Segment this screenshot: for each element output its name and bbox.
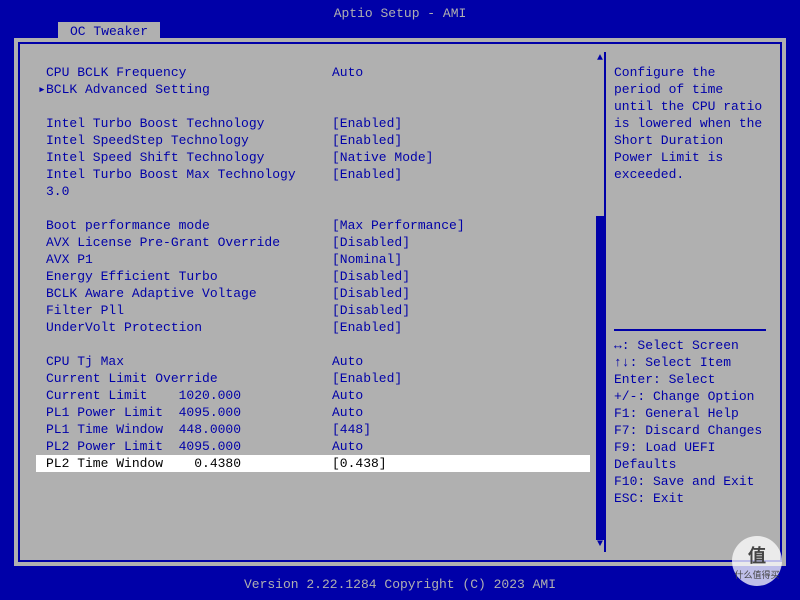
setting-label: PL2 Power Limit 4095.000 [36,438,332,455]
setting-row[interactable]: Boot performance mode[Max Performance] [36,217,590,234]
setting-label: CPU BCLK Frequency [36,64,332,81]
help-panel: Configure the period of time until the C… [610,54,770,550]
setting-value: [Enabled] [332,115,590,132]
bios-title: Aptio Setup - AMI [0,0,800,23]
setting-row[interactable]: UnderVolt Protection[Enabled] [36,319,590,336]
setting-row[interactable]: CPU Tj MaxAuto [36,353,590,370]
setting-value: [Enabled] [332,132,590,149]
setting-label: PL1 Time Window 448.0000 [36,421,332,438]
setting-row[interactable]: Current Limit 1020.000Auto [36,387,590,404]
scroll-up-icon[interactable]: ▲ [596,54,604,64]
setting-value: Auto [332,438,590,455]
setting-value: [0.438] [332,455,590,472]
setting-row-continuation: 3.0 [36,183,590,200]
setting-value [332,81,590,98]
setting-row[interactable]: Intel Turbo Boost Technology[Enabled] [36,115,590,132]
blank-row [36,98,590,115]
setting-value: [Nominal] [332,251,590,268]
setting-row[interactable]: Intel SpeedStep Technology[Enabled] [36,132,590,149]
setting-value: Auto [332,353,590,370]
settings-list: CPU BCLK FrequencyAutoBCLK Advanced Sett… [30,54,596,550]
setting-value: [Enabled] [332,319,590,336]
setting-row[interactable]: AVX P1[Nominal] [36,251,590,268]
setting-label: AVX License Pre-Grant Override [36,234,332,251]
setting-value: [Max Performance] [332,217,590,234]
setting-value: [Enabled] [332,166,590,183]
watermark-big: 值 [748,542,766,568]
help-key-hint: ↔: Select Screen [614,337,766,354]
setting-label: CPU Tj Max [36,353,332,370]
setting-label: PL2 Time Window 0.4380 [36,455,332,472]
help-key-hint: F7: Discard Changes [614,422,766,439]
help-key-hint: F1: General Help [614,405,766,422]
setting-label: Intel Turbo Boost Max Technology [36,166,332,183]
setting-row[interactable]: AVX License Pre-Grant Override[Disabled] [36,234,590,251]
setting-row[interactable]: PL2 Power Limit 4095.000Auto [36,438,590,455]
setting-row[interactable]: BCLK Advanced Setting [36,81,590,98]
main-frame: CPU BCLK FrequencyAutoBCLK Advanced Sett… [12,36,788,568]
setting-label: Filter Pll [36,302,332,319]
panel-divider [604,52,606,552]
setting-row[interactable]: BCLK Aware Adaptive Voltage[Disabled] [36,285,590,302]
blank-row [36,200,590,217]
setting-value: Auto [332,404,590,421]
setting-value: [Enabled] [332,370,590,387]
help-key-hint: +/-: Change Option [614,388,766,405]
scroll-track[interactable] [596,64,604,540]
setting-row[interactable]: Intel Speed Shift Technology[Native Mode… [36,149,590,166]
setting-row[interactable]: Energy Efficient Turbo[Disabled] [36,268,590,285]
scroll-down-icon[interactable]: ▼ [596,540,604,550]
help-key-hint: F9: Load UEFI Defaults [614,439,766,473]
setting-value: [Disabled] [332,285,590,302]
setting-row[interactable]: CPU BCLK FrequencyAuto [36,64,590,81]
setting-row[interactable]: Current Limit Override[Enabled] [36,370,590,387]
active-tab[interactable]: OC Tweaker [58,22,160,41]
setting-label: UnderVolt Protection [36,319,332,336]
setting-value: Auto [332,64,590,81]
setting-label: Current Limit Override [36,370,332,387]
scrollbar[interactable]: ▲ ▼ [596,54,604,550]
setting-label: AVX P1 [36,251,332,268]
help-key-hint: F10: Save and Exit [614,473,766,490]
scroll-thumb[interactable] [596,216,604,540]
setting-row-selected[interactable]: PL2 Time Window 0.4380[0.438] [36,455,590,472]
setting-value: [Native Mode] [332,149,590,166]
help-key-hint: ↑↓: Select Item [614,354,766,371]
setting-row[interactable]: PL1 Time Window 448.0000[448] [36,421,590,438]
help-key-hint: Enter: Select [614,371,766,388]
help-description: Configure the period of time until the C… [614,64,766,183]
help-divider [614,329,766,331]
version-footer: Version 2.22.1284 Copyright (C) 2023 AMI [0,577,800,592]
setting-row[interactable]: Intel Turbo Boost Max Technology[Enabled… [36,166,590,183]
setting-label: Intel SpeedStep Technology [36,132,332,149]
setting-value: [Disabled] [332,302,590,319]
watermark-small: 什么值得买 [734,568,779,581]
setting-label: Intel Speed Shift Technology [36,149,332,166]
setting-value: [Disabled] [332,234,590,251]
inner-frame: CPU BCLK FrequencyAutoBCLK Advanced Sett… [18,42,782,562]
setting-value: [448] [332,421,590,438]
setting-label: Intel Turbo Boost Technology [36,115,332,132]
setting-label: Boot performance mode [36,217,332,234]
watermark: 值 什么值得买 [732,536,782,586]
setting-value: [Disabled] [332,268,590,285]
setting-value: Auto [332,387,590,404]
setting-label: 3.0 [36,183,332,200]
help-key-hint: ESC: Exit [614,490,766,507]
blank-row [36,336,590,353]
setting-label: BCLK Aware Adaptive Voltage [36,285,332,302]
setting-row[interactable]: PL1 Power Limit 4095.000Auto [36,404,590,421]
setting-label: PL1 Power Limit 4095.000 [36,404,332,421]
setting-label: Current Limit 1020.000 [36,387,332,404]
setting-label: BCLK Advanced Setting [36,81,332,98]
setting-row[interactable]: Filter Pll[Disabled] [36,302,590,319]
help-keys: ↔: Select Screen↑↓: Select ItemEnter: Se… [614,337,766,507]
setting-label: Energy Efficient Turbo [36,268,332,285]
